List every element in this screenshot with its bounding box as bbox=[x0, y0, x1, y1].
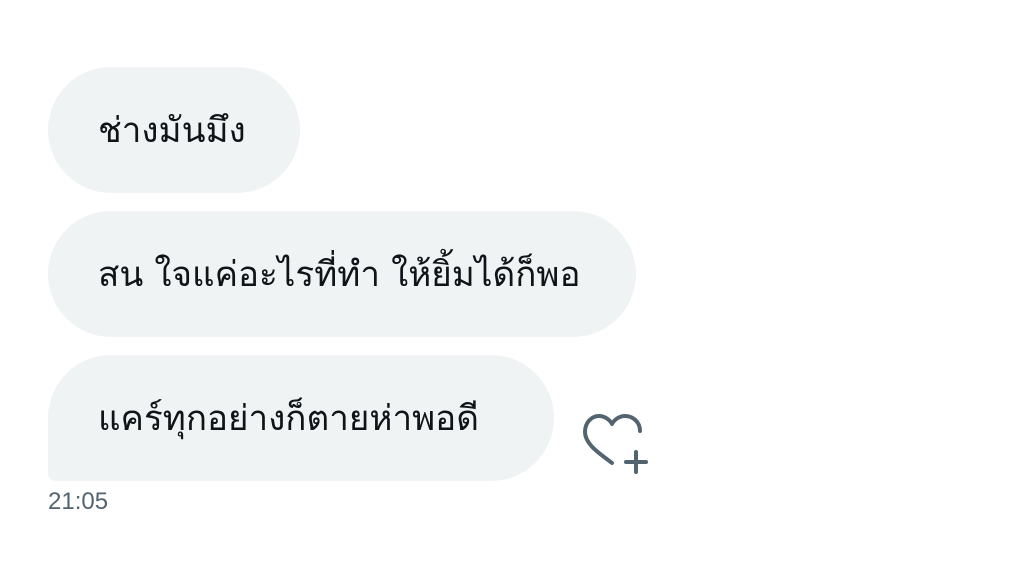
message-text: สน ใจแค่อะไรที่ทำ ให้ยิ้มได้ก็พอ bbox=[98, 254, 581, 295]
message-text: ช่างมันมึง bbox=[98, 110, 246, 151]
message-bubble[interactable]: แคร์ทุกอย่างก็ตายห่าพอดี bbox=[48, 355, 554, 481]
message-text: แคร์ทุกอย่างก็ตายห่าพอดี bbox=[98, 398, 479, 439]
message-bubble[interactable]: ช่างมันมึง bbox=[48, 67, 300, 193]
add-reaction-button[interactable] bbox=[580, 410, 654, 476]
heart-plus-icon bbox=[583, 414, 648, 474]
message-timestamp: 21:05 bbox=[48, 488, 109, 515]
message-bubble[interactable]: สน ใจแค่อะไรที่ทำ ให้ยิ้มได้ก็พอ bbox=[48, 211, 636, 337]
